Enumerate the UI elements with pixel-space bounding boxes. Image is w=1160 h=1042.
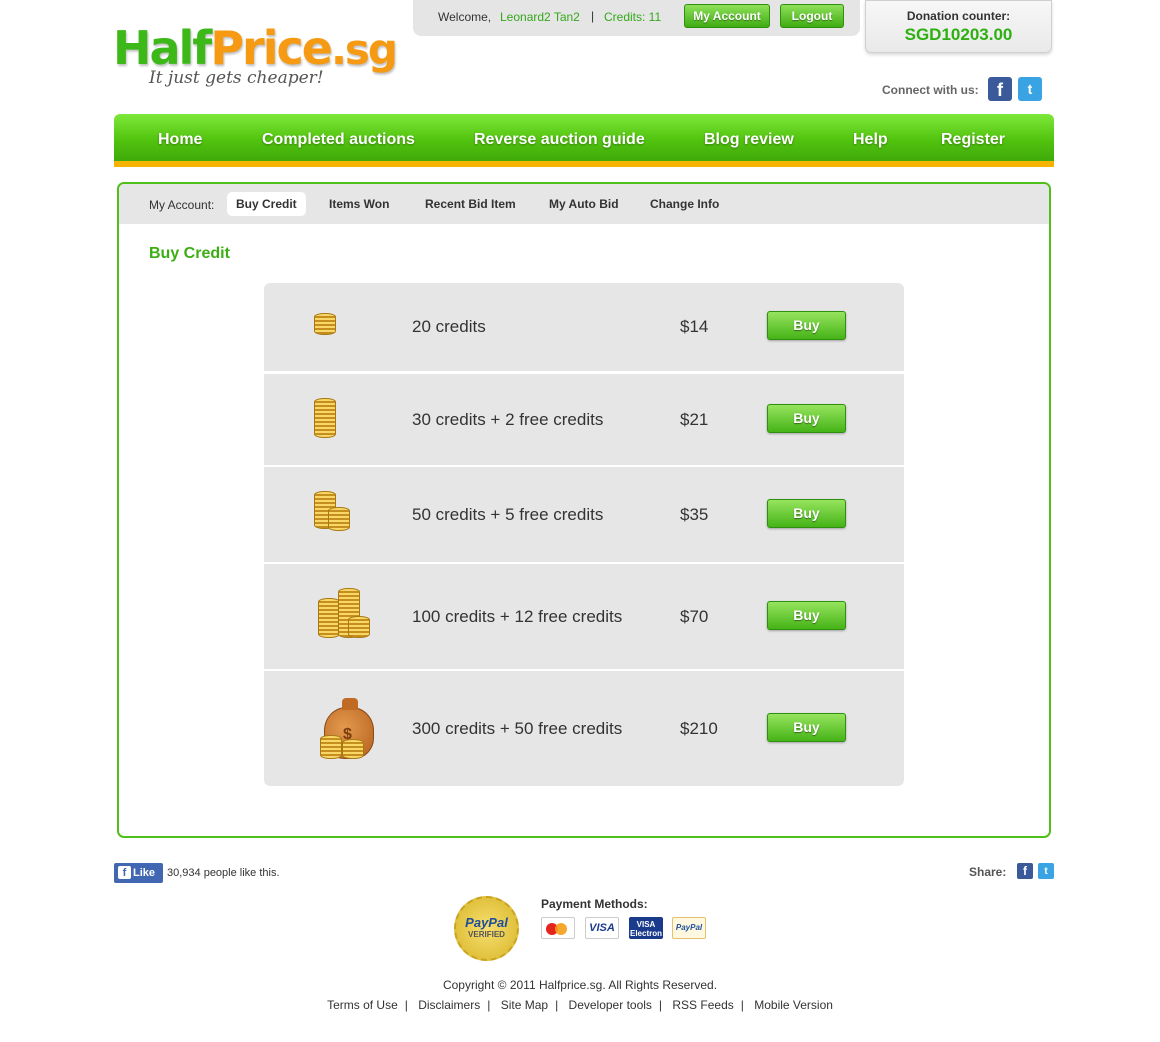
buy-button[interactable]: Buy — [767, 499, 846, 528]
credit-package-row: 50 credits + 5 free credits $35 Buy — [264, 467, 904, 562]
facebook-like-button[interactable]: f Like — [114, 863, 163, 883]
footer-link-mobile[interactable]: Mobile Version — [747, 998, 840, 1012]
my-account-button[interactable]: My Account — [684, 4, 770, 28]
buy-button[interactable]: Buy — [767, 713, 846, 742]
package-price: $70 — [680, 607, 709, 626]
donation-label: Donation counter: — [906, 9, 1011, 23]
account-tabs-label: My Account: — [149, 198, 215, 212]
paypal-verified-seal: PayPal VERIFIED — [454, 896, 519, 961]
logo-tagline: It just gets cheaper! — [149, 68, 324, 88]
footer-link-developer-tools[interactable]: Developer tools — [562, 998, 659, 1012]
footer-links: Terms of Use | Disclaimers | Site Map | Dev… — [0, 998, 1160, 1012]
nav-help[interactable]: Help — [853, 131, 888, 149]
logout-button[interactable]: Logout — [780, 4, 844, 28]
footer-link-terms[interactable]: Terms of Use — [320, 998, 405, 1012]
nav-reverse-auction-guide[interactable]: Reverse auction guide — [474, 131, 645, 149]
seal-line2: VERIFIED — [468, 930, 505, 939]
connect-label: Connect with us: — [882, 83, 979, 97]
tab-my-auto-bid[interactable]: My Auto Bid — [540, 192, 628, 216]
credit-package-row: 30 credits + 2 free credits $21 Buy — [264, 374, 904, 465]
package-price: $14 — [680, 317, 709, 336]
logo-sg: .sg — [330, 25, 398, 74]
buy-button[interactable]: Buy — [767, 404, 846, 433]
account-tabs: My Account: Buy Credit Items Won Recent … — [119, 184, 1049, 224]
package-price: $35 — [680, 505, 709, 524]
tab-items-won[interactable]: Items Won — [320, 192, 398, 216]
facebook-icon[interactable]: f — [988, 77, 1012, 101]
like-count: 30,934 people like this. — [167, 867, 280, 879]
package-label: 50 credits + 5 free credits — [412, 505, 604, 524]
credit-package-row: 20 credits $14 Buy — [264, 283, 904, 371]
package-label: 20 credits — [412, 317, 486, 336]
mastercard-icon — [541, 917, 575, 939]
nav-completed-auctions[interactable]: Completed auctions — [262, 131, 415, 149]
welcome-text: Welcome, — [438, 10, 492, 24]
visa-electron-icon: VISA Electron — [629, 917, 663, 939]
nav-home[interactable]: Home — [158, 131, 202, 149]
nav-register[interactable]: Register — [941, 131, 1005, 149]
donation-amount: SGD10203.00 — [904, 25, 1013, 44]
site-logo[interactable]: HalfPrice.sg It just gets cheaper! — [113, 18, 398, 102]
package-price: $210 — [680, 719, 718, 738]
credit-package-row: $ 300 credits + 50 free credits $210 Buy — [264, 671, 904, 786]
tab-recent-bid-item[interactable]: Recent Bid Item — [416, 192, 525, 216]
nav-blog-review[interactable]: Blog review — [704, 131, 794, 149]
copyright: Copyright © 2011 Halfprice.sg. All Right… — [442, 978, 718, 992]
username-link[interactable]: Leonard2 Tan2 — [500, 10, 580, 24]
like-label: Like — [133, 867, 156, 879]
seal-line1: PayPal — [465, 915, 508, 930]
package-price: $21 — [680, 410, 709, 429]
tab-change-info[interactable]: Change Info — [641, 192, 728, 216]
user-bar: Welcome, Leonard2 Tan2 | Credits: 11 My … — [413, 0, 860, 36]
facebook-share-icon[interactable]: f — [1017, 863, 1033, 879]
tab-buy-credit[interactable]: Buy Credit — [227, 192, 306, 216]
footer-link-rss[interactable]: RSS Feeds — [665, 998, 740, 1012]
paypal-icon: PayPal — [672, 917, 706, 939]
twitter-icon[interactable]: t — [1018, 77, 1042, 101]
share-label: Share: — [969, 865, 1007, 879]
twitter-share-icon[interactable]: t — [1038, 863, 1054, 879]
payment-methods-label: Payment Methods: — [541, 897, 648, 911]
facebook-icon: f — [118, 866, 131, 879]
buy-button[interactable]: Buy — [767, 601, 846, 630]
buy-button[interactable]: Buy — [767, 311, 846, 340]
account-panel: My Account: Buy Credit Items Won Recent … — [117, 182, 1051, 838]
package-label: 100 credits + 12 free credits — [412, 607, 623, 626]
logo-price: Price — [210, 21, 333, 75]
donation-counter: Donation counter: SGD10203.00 — [865, 0, 1052, 53]
footer-link-disclaimers[interactable]: Disclaimers — [411, 998, 487, 1012]
footer-link-sitemap[interactable]: Site Map — [494, 998, 555, 1012]
visa-icon: VISA — [585, 917, 619, 939]
credit-package-row: 100 credits + 12 free credits $70 Buy — [264, 564, 904, 669]
separator: | — [591, 9, 595, 23]
page-title: Buy Credit — [149, 245, 230, 262]
credits-balance: Credits: 11 — [604, 10, 662, 24]
main-nav: Home Completed auctions Reverse auction … — [114, 114, 1054, 167]
package-label: 30 credits + 2 free credits — [412, 410, 604, 429]
package-label: 300 credits + 50 free credits — [412, 719, 623, 738]
logo-half: Half — [113, 21, 212, 75]
